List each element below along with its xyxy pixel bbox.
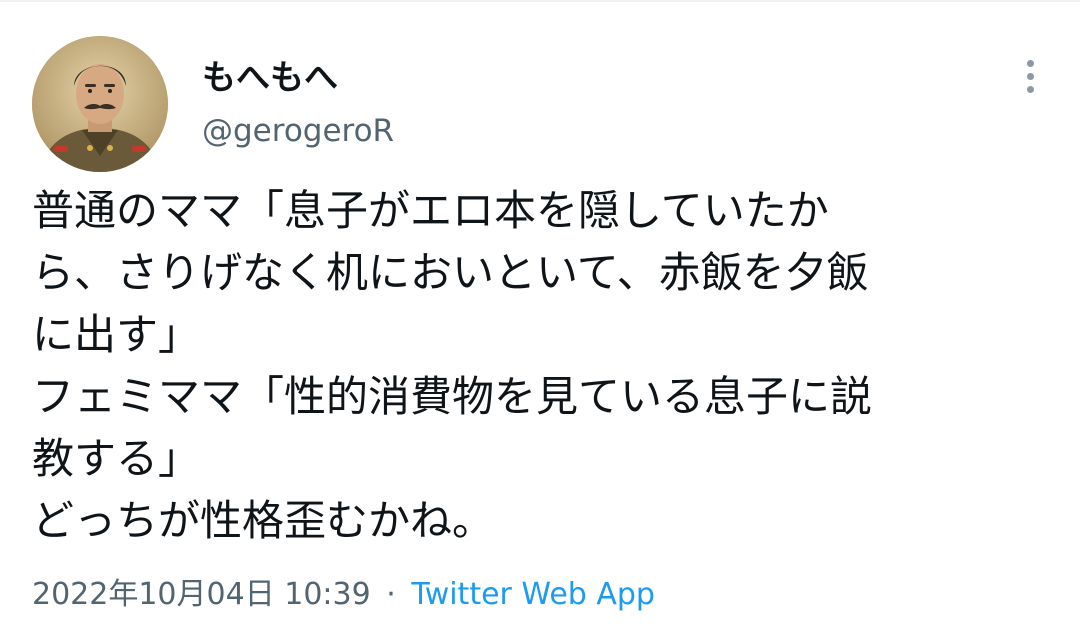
tweet-source-link[interactable]: Twitter Web App	[411, 577, 655, 612]
more-options-button[interactable]	[1010, 56, 1050, 96]
tweet-text-line: 教する」	[32, 434, 201, 483]
tweet-metadata: 2022年10月04日 10:39 · Twitter Web App	[32, 574, 655, 616]
tweet-text-line: に出す」	[32, 310, 201, 359]
tweet-text-line: どっちが性格歪むかね。	[32, 496, 495, 545]
tweet-text-line: フェミママ「性的消費物を見ている息子に説	[32, 372, 873, 421]
tweet-text-line: ら、さりげなく机においといて、赤飯を夕飯	[32, 248, 869, 297]
author-avatar[interactable]	[32, 36, 168, 172]
metadata-separator: ·	[386, 577, 396, 612]
tweet-text: 普通のママ「息子がエロ本を隠していたか ら、さりげなく机においといて、赤飯を夕飯…	[32, 180, 1042, 552]
author-handle[interactable]: @gerogeroR	[202, 110, 394, 152]
tweet-timestamp[interactable]: 2022年10月04日 10:39	[32, 577, 371, 612]
tweet: もへもへ @gerogeroR 普通のママ「息子がエロ本を隠していたか ら、さり…	[0, 0, 1080, 642]
more-vertical-icon-dot-2	[1026, 72, 1034, 80]
more-vertical-icon-dot-1	[1026, 59, 1034, 67]
portrait-avatar-image	[32, 36, 168, 172]
author-display-name[interactable]: もへもへ	[202, 56, 338, 100]
tweet-text-line: 普通のママ「息子がエロ本を隠していたか	[32, 186, 829, 235]
more-vertical-icon-dot-3	[1026, 85, 1034, 93]
